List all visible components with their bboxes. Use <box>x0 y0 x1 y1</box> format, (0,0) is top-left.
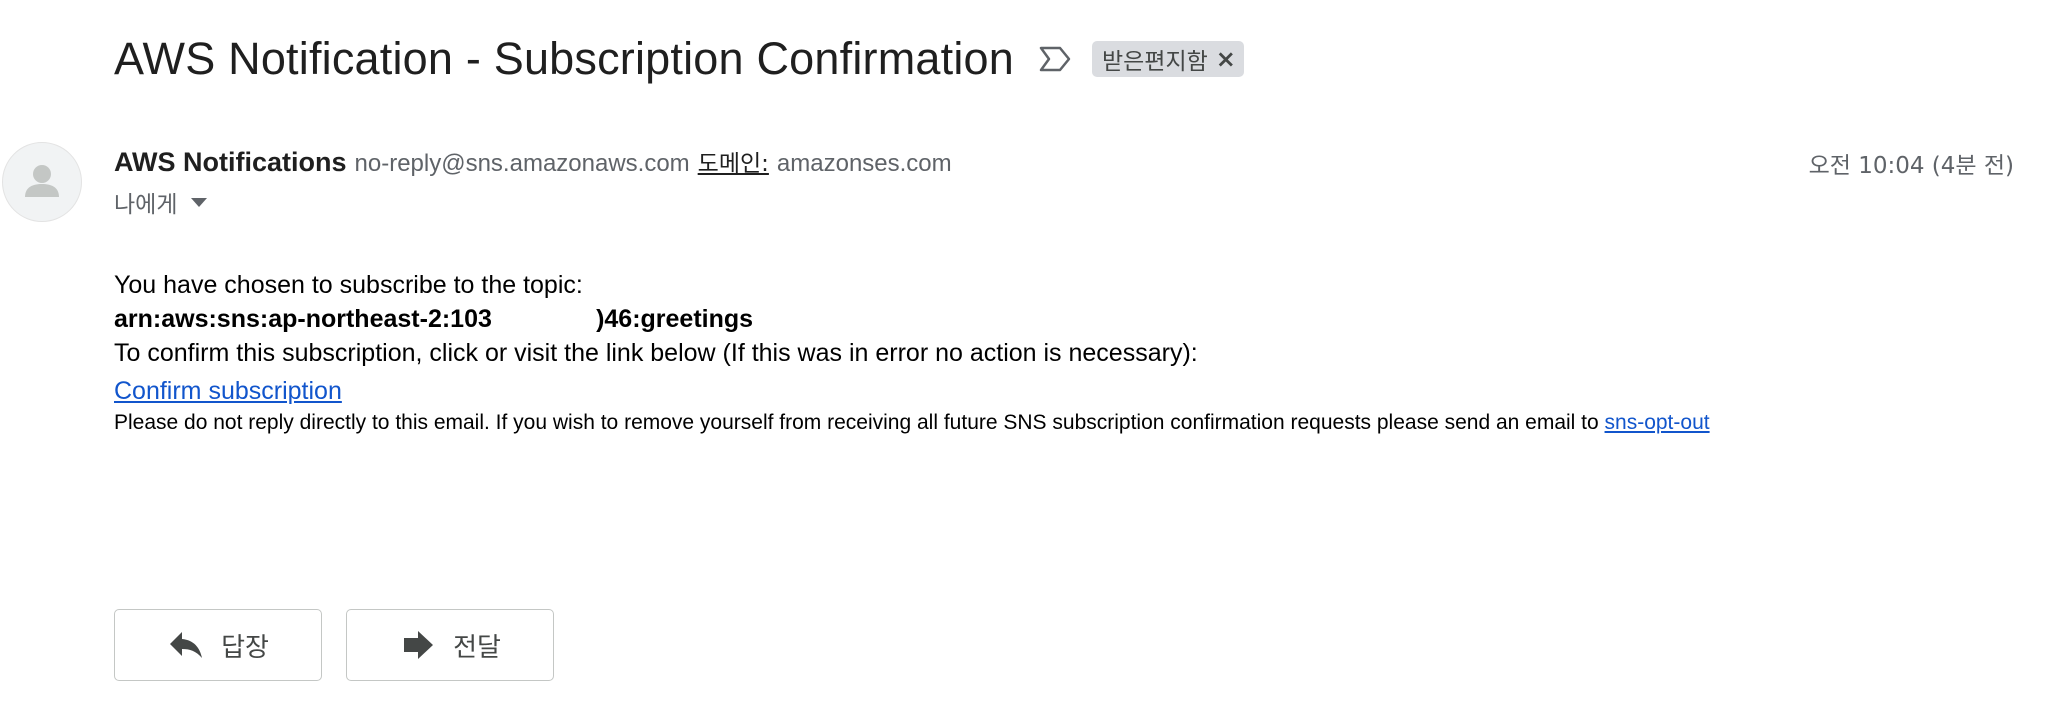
domain-label[interactable]: 도메인: <box>698 144 769 178</box>
recipient-details-toggle[interactable]: 나에게 <box>114 186 208 218</box>
sender-avatar[interactable] <box>2 142 82 222</box>
topic-arn: arn:aws:sns:ap-northeast-2:103 )46:greet… <box>114 305 754 333</box>
recipient-label: 나에게 <box>114 192 178 218</box>
confirm-subscription-link[interactable]: Confirm subscription <box>114 374 342 408</box>
email-body: You have chosen to subscribe to the topi… <box>114 268 2014 438</box>
inbox-label-text: 받은편지함 <box>1101 49 1208 75</box>
forward-button[interactable]: 전달 <box>346 609 554 681</box>
confirm-instruction: To confirm this subscription, click or v… <box>114 339 1198 367</box>
message-actions: 답장 전달 <box>114 609 554 681</box>
email-subject: AWS Notification - Subscription Confirma… <box>114 33 1014 84</box>
email-view: AWS Notification - Subscription Confirma… <box>0 0 2060 726</box>
person-avatar-icon <box>25 165 59 197</box>
intro-text: You have chosen to subscribe to the topi… <box>114 271 583 299</box>
email-timestamp: 오전 10:04 (4분 전) <box>1808 153 2014 179</box>
reply-label: 답장 <box>221 632 269 663</box>
sender-name[interactable]: AWS Notifications <box>114 147 347 178</box>
reply-arrow-icon <box>167 629 205 661</box>
subject-row: AWS Notification - Subscription Confirma… <box>114 26 1244 92</box>
opt-out-note: Please do not reply directly to this ema… <box>114 408 2014 438</box>
opt-out-note-text: Please do not reply directly to this ema… <box>114 411 1605 434</box>
inbox-label-chip: 받은편지함 × <box>1091 41 1244 77</box>
forward-arrow-icon <box>399 629 437 661</box>
domain-value: amazonses.com <box>776 150 952 177</box>
sender-email: no-reply@sns.amazonaws.com <box>354 150 690 177</box>
reply-button[interactable]: 답장 <box>114 609 322 681</box>
sender-row: AWS Notifications no-reply@sns.amazonaws… <box>114 144 952 180</box>
remove-label-icon[interactable]: × <box>1216 45 1236 73</box>
important-marker-icon[interactable] <box>1038 44 1072 74</box>
forward-label: 전달 <box>453 632 501 663</box>
sns-opt-out-link[interactable]: sns-opt-out <box>1605 411 1710 434</box>
chevron-down-icon <box>191 197 208 207</box>
